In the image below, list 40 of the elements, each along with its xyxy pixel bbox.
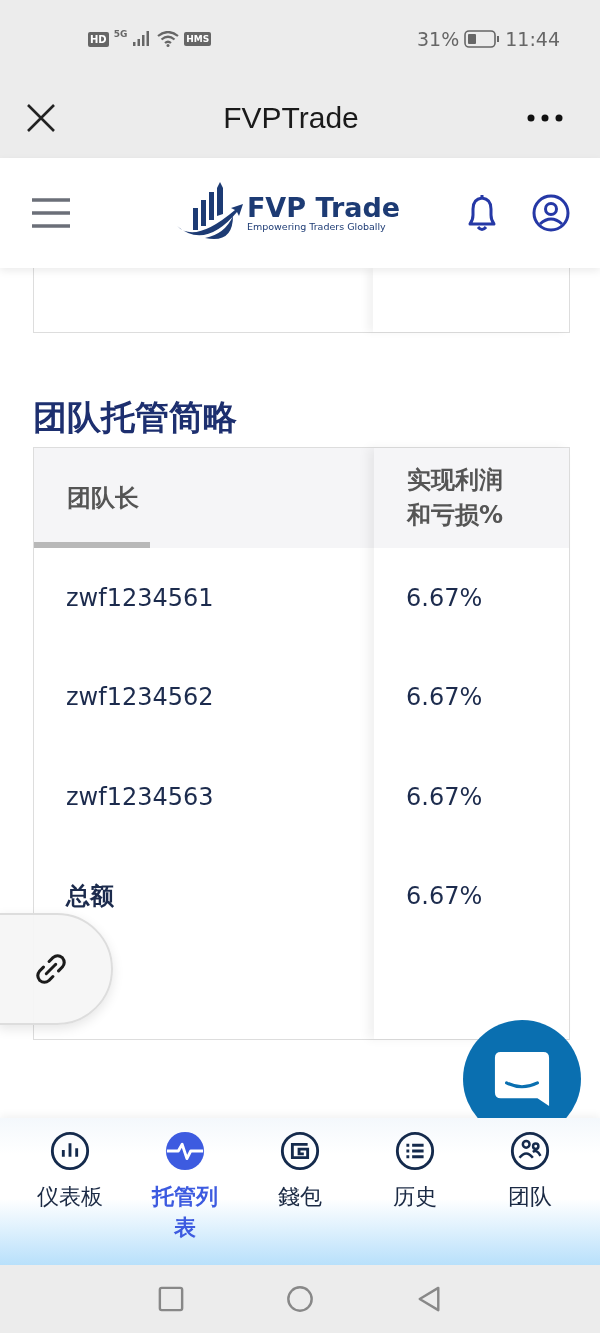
table-cell: zwf1234562 (66, 683, 214, 712)
chat-icon (493, 1049, 551, 1109)
account-icon[interactable] (532, 194, 570, 232)
recent-apps-icon[interactable] (158, 1286, 184, 1312)
logo-title: FVP Trade (246, 194, 401, 221)
table-cell: 6.67% (406, 782, 483, 811)
network-label: 5G (113, 29, 128, 39)
nav-tab[interactable]: 托管列表 (139, 1130, 230, 1265)
home-icon[interactable] (286, 1285, 314, 1313)
link-button[interactable] (0, 913, 113, 1025)
nav-tab[interactable]: 錢包 (254, 1130, 345, 1265)
clock-time: 11:44 (505, 28, 560, 50)
network-badge: HD (88, 31, 109, 47)
table-cell: zwf1234563 (66, 782, 214, 811)
nav-tab[interactable]: 历史 (370, 1130, 461, 1265)
menu-icon[interactable] (31, 197, 71, 229)
people-icon (509, 1130, 552, 1172)
table-cell: 6.67% (406, 882, 483, 911)
nav-tab[interactable]: 仪表板 (24, 1130, 115, 1265)
column-header[interactable]: 团队长 (67, 482, 139, 515)
window-title: FVPTrade (223, 101, 359, 135)
nav-tab[interactable]: 团队 (485, 1130, 576, 1265)
network-badge: HMS (184, 32, 212, 46)
table-cell: zwf1234561 (66, 583, 214, 612)
logo-tagline: Empowering Traders Globally (246, 221, 387, 232)
list-icon (394, 1130, 437, 1172)
table-cell: 6.67% (406, 583, 483, 612)
back-icon[interactable] (416, 1285, 442, 1313)
bar-chart-icon (48, 1130, 91, 1172)
table-cell: 6.67% (406, 683, 483, 712)
wallet-icon (278, 1130, 321, 1172)
battery-icon (464, 30, 501, 48)
pulse-icon (163, 1130, 206, 1172)
battery-percent: 31% (417, 28, 460, 50)
table-cell-text: 总额 (66, 881, 114, 913)
wifi-icon (157, 31, 180, 47)
close-icon[interactable] (26, 103, 56, 133)
link-icon (33, 952, 68, 986)
section-title: 团队托管简略 (33, 396, 238, 439)
more-icon[interactable] (526, 113, 564, 123)
